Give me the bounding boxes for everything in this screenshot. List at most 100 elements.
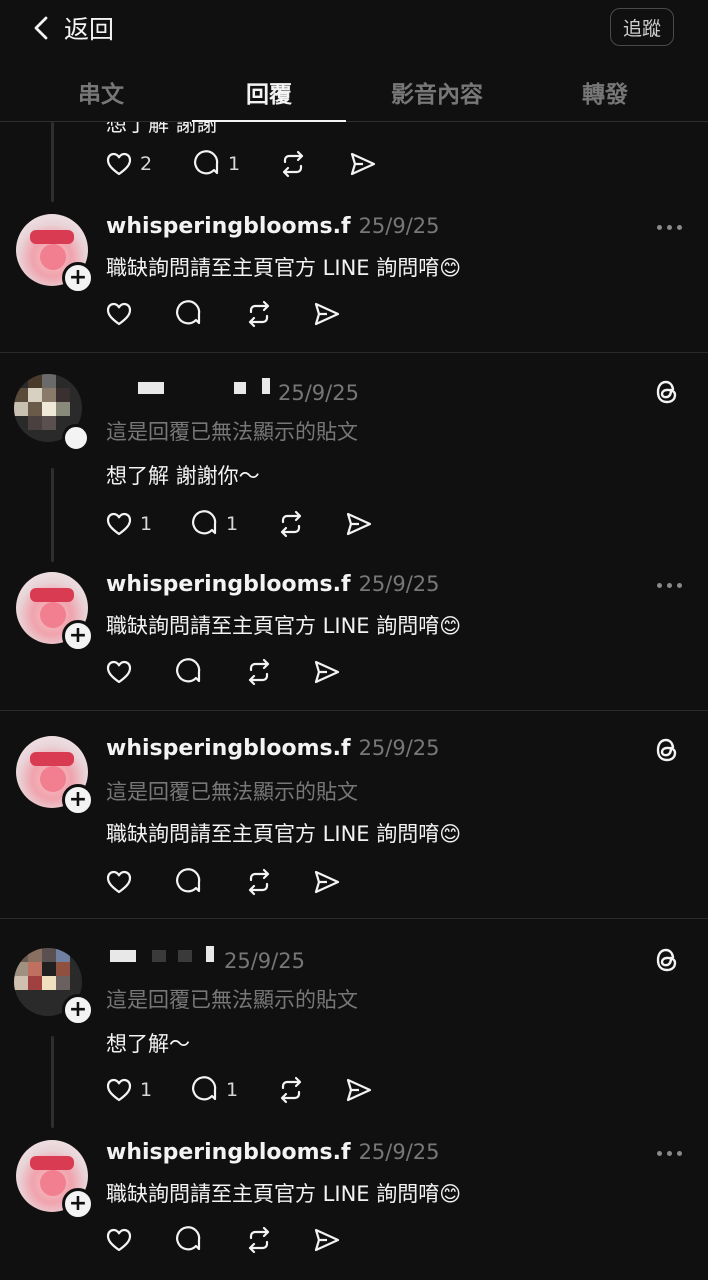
reply-count: 1 [226, 513, 239, 535]
like-button[interactable]: 1 [104, 508, 152, 540]
post-date: 25/9/25 [358, 736, 440, 760]
tab-media[interactable]: 影音內容 [360, 62, 514, 122]
send-icon [346, 1078, 372, 1102]
share-button[interactable] [312, 1224, 342, 1256]
post-date: 25/9/25 [224, 949, 305, 973]
repost-button[interactable] [276, 1074, 306, 1106]
send-icon [314, 302, 340, 326]
repost-icon [248, 868, 270, 896]
repost-button[interactable] [244, 656, 274, 688]
repost-button[interactable] [244, 866, 274, 898]
like-button[interactable] [104, 1224, 134, 1256]
like-count: 1 [140, 1079, 153, 1101]
comment-icon [192, 510, 217, 535]
repost-button[interactable] [244, 1224, 274, 1256]
reply-button[interactable] [174, 866, 204, 898]
heart-icon [106, 660, 132, 684]
more-options-icon[interactable] [657, 1151, 682, 1156]
repost-icon [248, 1226, 270, 1254]
comment-icon [176, 300, 201, 325]
post-text: 職缺詢問請至主頁官方 LINE 詢問唷😊 [106, 1182, 462, 1206]
comment-icon [176, 868, 201, 893]
tab-threads[interactable]: 串文 [24, 62, 178, 122]
share-button[interactable] [344, 508, 374, 540]
reply-post: + whisperingblooms.f 25/9/25 職缺詢問請至主頁官方 … [0, 214, 708, 354]
reply-button[interactable]: 1 [190, 1074, 238, 1106]
repost-icon [280, 510, 302, 538]
post-date: 25/9/25 [358, 1140, 440, 1164]
post-text: 想了解 謝謝你～ [106, 464, 260, 488]
threads-logo-icon[interactable] [653, 378, 681, 406]
post-date: 25/9/25 [278, 381, 359, 405]
more-options-icon[interactable] [657, 225, 682, 230]
reply-button[interactable]: 1 [192, 148, 240, 180]
username[interactable] [106, 942, 216, 968]
post-date: 25/9/25 [358, 214, 440, 238]
threads-logo-icon[interactable] [653, 736, 681, 764]
hidden-post-note: 這是回覆已無法顯示的貼文 [106, 988, 358, 1012]
more-options-icon[interactable] [657, 583, 682, 588]
share-button[interactable] [344, 1074, 374, 1106]
follow-plus-icon[interactable]: + [62, 994, 94, 1026]
follow-plus-icon[interactable]: + [62, 1188, 94, 1220]
back-button[interactable]: 返回 [28, 8, 114, 48]
post-text: 職缺詢問請至主頁官方 LINE 詢問唷😊 [106, 256, 462, 280]
hidden-post-note: 這是回覆已無法顯示的貼文 [106, 420, 358, 444]
like-button[interactable]: 1 [104, 1074, 152, 1106]
reply-button[interactable] [174, 1224, 204, 1256]
hidden-post-note: 這是回覆已無法顯示的貼文 [106, 780, 358, 804]
username[interactable]: whisperingblooms.f [106, 214, 351, 239]
reply-post: + whisperingblooms.f 25/9/25 這是回覆已無法顯示的貼… [0, 736, 708, 916]
repost-button[interactable] [276, 508, 306, 540]
tab-replies[interactable]: 回覆 [192, 62, 346, 122]
comment-icon [176, 1226, 201, 1251]
like-button[interactable]: 2 [104, 148, 152, 180]
follow-plus-icon[interactable]: + [62, 262, 94, 294]
reply-button[interactable]: 1 [190, 508, 238, 540]
threads-logo-icon[interactable] [653, 946, 681, 974]
follow-plus-icon[interactable] [62, 424, 90, 452]
repost-button[interactable] [244, 298, 274, 330]
post-text: 想了解 謝謝 [106, 122, 218, 136]
send-icon [350, 152, 376, 176]
follow-plus-icon[interactable]: + [62, 620, 94, 652]
chevron-left-icon [28, 14, 56, 42]
tab-reposts[interactable]: 轉發 [528, 62, 682, 122]
share-button[interactable] [312, 298, 342, 330]
share-button[interactable] [348, 148, 378, 180]
post-text: 職缺詢問請至主頁官方 LINE 詢問唷😊 [106, 822, 462, 846]
username[interactable]: whisperingblooms.f [106, 736, 351, 761]
back-label: 返回 [64, 15, 115, 44]
username[interactable] [106, 374, 270, 400]
reply-post: + 25/9/25 這是回覆已無法顯示的貼文 想了解～ 1 1 [0, 942, 708, 1122]
username[interactable]: whisperingblooms.f [106, 1140, 351, 1165]
tab-bar: 串文 回覆 影音內容 轉發 [0, 62, 708, 122]
heart-icon [106, 1078, 132, 1102]
share-button[interactable] [312, 656, 342, 688]
like-button[interactable] [104, 298, 134, 330]
reply-count: 1 [228, 153, 241, 175]
reply-count: 1 [226, 1079, 239, 1101]
repost-button[interactable] [278, 148, 308, 180]
like-button[interactable] [104, 656, 134, 688]
send-icon [346, 512, 372, 536]
like-button[interactable] [104, 866, 134, 898]
send-icon [314, 660, 340, 684]
heart-icon [106, 870, 132, 894]
comment-icon [192, 1076, 217, 1101]
divider [0, 352, 708, 353]
like-count: 2 [140, 153, 153, 175]
thread-line [51, 1036, 54, 1128]
heart-icon [106, 1228, 132, 1252]
follow-plus-icon[interactable]: + [62, 784, 94, 816]
reply-button[interactable] [174, 656, 204, 688]
repost-icon [282, 150, 304, 178]
follow-button[interactable]: 追蹤 [610, 8, 674, 46]
share-button[interactable] [312, 866, 342, 898]
reply-button[interactable] [174, 298, 204, 330]
comment-icon [194, 150, 219, 175]
reply-post: + whisperingblooms.f 25/9/25 職缺詢問請至主頁官方 … [0, 572, 708, 712]
post-text: 想了解～ [106, 1032, 190, 1056]
username[interactable]: whisperingblooms.f [106, 572, 351, 597]
thread-line [51, 468, 54, 562]
